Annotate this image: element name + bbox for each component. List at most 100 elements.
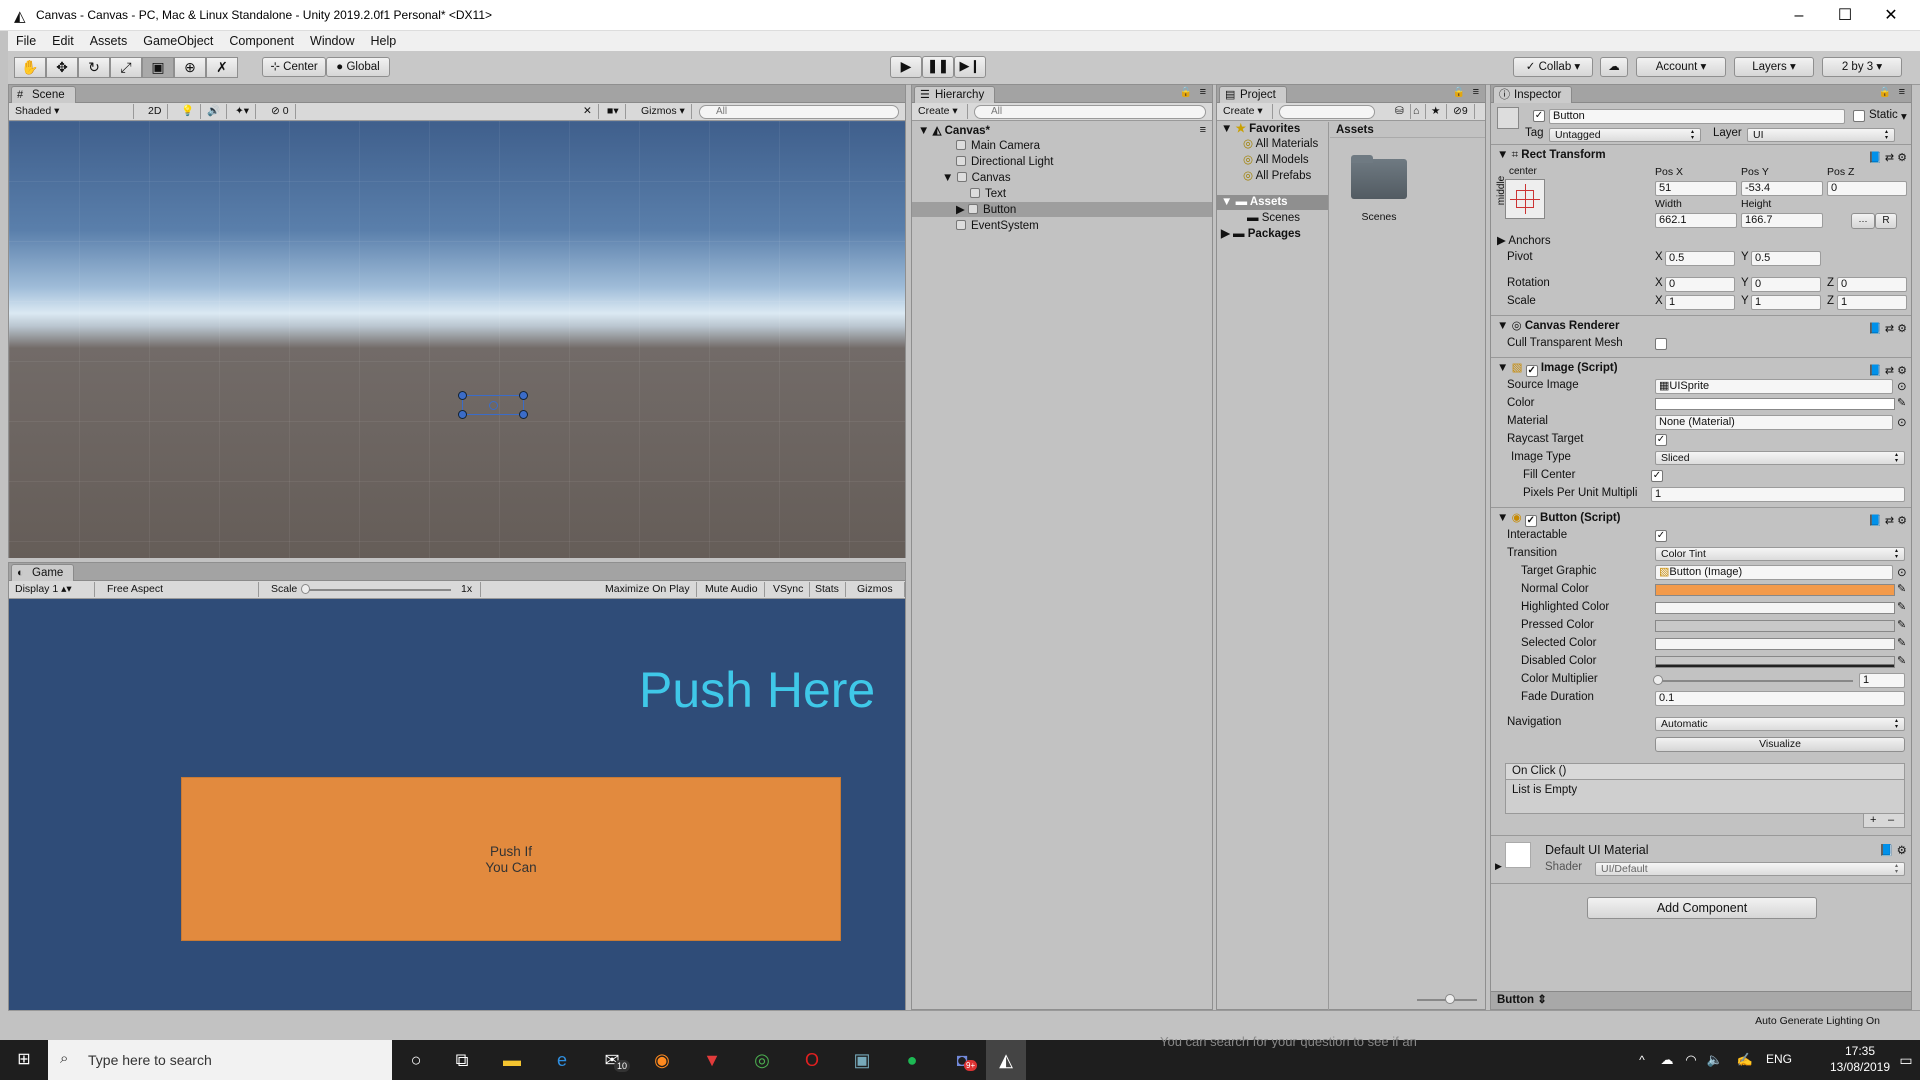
multiplier-field[interactable]: 1: [1859, 673, 1905, 688]
visualize-button[interactable]: Visualize: [1655, 737, 1905, 752]
filter-label-icon[interactable]: ⌂: [1407, 104, 1427, 119]
component-icons[interactable]: 📘 ⇄ ⚙: [1868, 148, 1907, 168]
menu-component[interactable]: Component: [221, 31, 302, 51]
shader-dropdown[interactable]: UI/Default: [1595, 862, 1905, 876]
transition-dropdown[interactable]: Color Tint: [1655, 547, 1905, 561]
hierarchy-item-canvas[interactable]: ▼ Canvas: [942, 171, 1011, 186]
scale-y-field[interactable]: 1: [1751, 295, 1821, 310]
scenes-folder[interactable]: ▬ Scenes: [1247, 211, 1300, 226]
pivot-x-field[interactable]: 0.5: [1665, 251, 1735, 266]
mail-icon[interactable]: ✉ 10: [592, 1040, 632, 1080]
eyedropper-icon[interactable]: ✎: [1897, 600, 1906, 613]
panel-menu-icon[interactable]: ≡: [1473, 86, 1479, 98]
scene-search-input[interactable]: All: [699, 105, 899, 119]
vivaldi-icon[interactable]: ▼: [692, 1040, 732, 1080]
unity-taskbar-icon[interactable]: ◭: [986, 1040, 1026, 1080]
layers-dropdown[interactable]: Layers ▾: [1734, 57, 1814, 77]
favorites-header[interactable]: ▼ ★ Favorites: [1221, 122, 1300, 137]
material-foldout-icon[interactable]: ▶: [1495, 861, 1502, 872]
edge-icon[interactable]: e: [542, 1040, 582, 1080]
eyedropper-icon[interactable]: ✎: [1897, 396, 1906, 409]
anchor-preset-button[interactable]: [1505, 179, 1545, 219]
eyedropper-icon[interactable]: ✎: [1897, 618, 1906, 631]
hand-tool-icon[interactable]: ✋: [14, 57, 46, 78]
disabled-color-swatch[interactable]: [1655, 656, 1895, 668]
fill-center-checkbox[interactable]: ✓: [1651, 470, 1663, 482]
anchors-foldout[interactable]: ▶ Anchors: [1497, 233, 1551, 247]
close-button[interactable]: ✕: [1868, 0, 1914, 31]
hierarchy-create-dropdown[interactable]: Create ▾: [912, 104, 968, 119]
static-checkbox[interactable]: [1853, 110, 1865, 122]
inspector-preview-bar[interactable]: Button ⇕: [1491, 991, 1911, 1009]
windows-start-icon[interactable]: ⊞: [4, 1040, 44, 1080]
navigation-dropdown[interactable]: Automatic: [1655, 717, 1905, 731]
camera-dropdown-icon[interactable]: ■▾: [601, 104, 626, 119]
menu-file[interactable]: File: [8, 31, 44, 51]
selected-color-swatch[interactable]: [1655, 638, 1895, 650]
gizmo-handle[interactable]: [519, 410, 528, 419]
audio-toggle-icon[interactable]: 🔊: [201, 104, 228, 119]
notifications-icon[interactable]: ▭: [1892, 1040, 1920, 1080]
source-image-field[interactable]: ▦UISprite: [1655, 379, 1893, 394]
onedrive-icon[interactable]: ☁: [1656, 1040, 1678, 1080]
scale-z-field[interactable]: 1: [1837, 295, 1907, 310]
width-field[interactable]: 662.1: [1655, 213, 1737, 228]
pivot-handle[interactable]: [489, 401, 498, 410]
tag-dropdown[interactable]: Untagged: [1549, 128, 1701, 142]
maximize-on-play-toggle[interactable]: Maximize On Play: [599, 582, 697, 597]
multiplier-slider-thumb[interactable]: [1653, 675, 1663, 685]
network-icon[interactable]: ◠: [1680, 1040, 1702, 1080]
multiplier-slider-track[interactable]: [1657, 680, 1853, 682]
active-checkbox[interactable]: ✓: [1533, 110, 1545, 122]
display-dropdown[interactable]: Display 1 ▴▾: [9, 582, 95, 597]
discord-icon[interactable]: ◘ 9+: [942, 1040, 982, 1080]
rot-y-field[interactable]: 0: [1751, 277, 1821, 292]
gizmo-handle[interactable]: [519, 391, 528, 400]
scene-view[interactable]: [9, 121, 905, 558]
menu-assets[interactable]: Assets: [82, 31, 136, 51]
pivot-center-button[interactable]: ⊹ Center: [262, 57, 326, 77]
account-dropdown[interactable]: Account ▾: [1636, 57, 1726, 77]
normal-color-swatch[interactable]: [1655, 584, 1895, 596]
object-picker-icon[interactable]: ⊙: [1897, 415, 1907, 429]
pen-icon[interactable]: ✍: [1734, 1040, 1756, 1080]
lock-icon[interactable]: 🔒: [1879, 87, 1891, 98]
raycast-checkbox[interactable]: ✓: [1655, 434, 1667, 446]
canvas-renderer-header[interactable]: ▼ ◎ Canvas Renderer 📘 ⇄ ⚙: [1491, 315, 1911, 335]
component-icons[interactable]: 📘 ⚙: [1879, 843, 1907, 857]
hierarchy-search-input[interactable]: All: [974, 105, 1206, 119]
hidden-count[interactable]: ⊘ 0: [265, 104, 296, 119]
ppu-field[interactable]: 1: [1651, 487, 1905, 502]
move-tool-icon[interactable]: ✥: [46, 57, 78, 78]
posz-field[interactable]: 0: [1827, 181, 1907, 196]
menu-window[interactable]: Window: [302, 31, 362, 51]
component-icons[interactable]: 📘 ⇄ ⚙: [1868, 361, 1907, 381]
scene-menu-icon[interactable]: ≡: [1200, 124, 1206, 136]
maximize-button[interactable]: ☐: [1822, 0, 1868, 31]
scale-thumb[interactable]: [301, 584, 310, 594]
hidden-packages-count[interactable]: ⊘9: [1447, 104, 1475, 119]
effects-dropdown-icon[interactable]: ✦▾: [229, 104, 257, 119]
favorite-star-icon[interactable]: ★: [1425, 104, 1448, 119]
eyedropper-icon[interactable]: ✎: [1897, 654, 1906, 667]
cortana-icon[interactable]: ○: [396, 1040, 436, 1080]
hierarchy-item-eventsystem[interactable]: EventSystem: [956, 219, 1039, 234]
scene-tools-icon[interactable]: ✕: [577, 104, 599, 119]
project-create-dropdown[interactable]: Create ▾: [1217, 104, 1273, 119]
pivot-y-field[interactable]: 0.5: [1751, 251, 1821, 266]
scale-x-field[interactable]: 1: [1665, 295, 1735, 310]
scenes-folder-tile[interactable]: [1351, 155, 1407, 199]
aspect-dropdown[interactable]: Free Aspect: [101, 582, 259, 597]
button-enabled-checkbox[interactable]: ✓: [1524, 515, 1537, 527]
menu-help[interactable]: Help: [362, 31, 404, 51]
height-field[interactable]: 166.7: [1741, 213, 1823, 228]
image-enabled-checkbox[interactable]: ✓: [1525, 365, 1538, 377]
static-dropdown-icon[interactable]: ▾: [1901, 109, 1907, 123]
firefox-icon[interactable]: ◉: [642, 1040, 682, 1080]
shading-dropdown[interactable]: Shaded ▾: [9, 104, 134, 119]
minimize-button[interactable]: –: [1776, 0, 1822, 31]
rotate-tool-icon[interactable]: ↻: [78, 57, 110, 78]
icon-size-thumb[interactable]: [1445, 994, 1455, 1004]
assets-folder[interactable]: ▼ ▬ Assets: [1221, 195, 1288, 210]
tab-inspector[interactable]: ⓘ Inspector: [1493, 86, 1573, 103]
